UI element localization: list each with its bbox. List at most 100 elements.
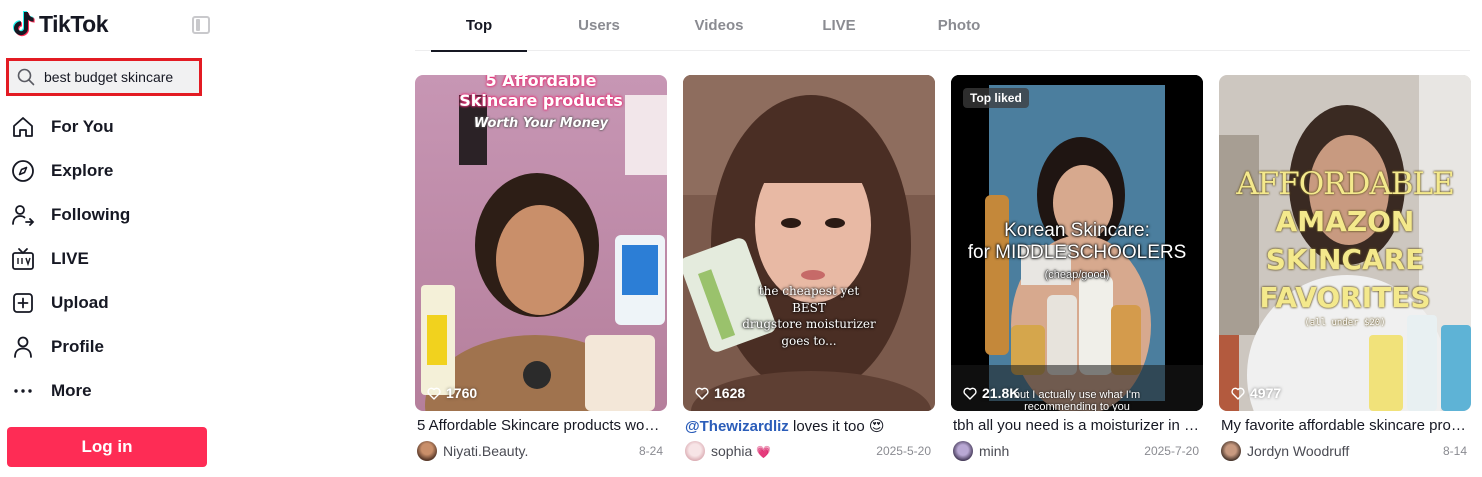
- video-meta: sophia 💗 2025-5-20: [683, 441, 935, 461]
- video-meta: minh 2025-7-20: [951, 441, 1203, 461]
- video-card[interactable]: 5 Affordable Skincare products Worth You…: [415, 75, 667, 461]
- nav-label: Upload: [51, 293, 109, 312]
- search-input[interactable]: [44, 69, 194, 85]
- tab-videos[interactable]: Videos: [671, 0, 767, 51]
- heart-emoji-badge: 💗: [756, 445, 772, 459]
- nav-item-explore[interactable]: Explore: [0, 149, 218, 193]
- video-meta: Jordyn Woodruff 8-14: [1219, 441, 1471, 461]
- overlay-line: Worth Your Money: [473, 116, 609, 131]
- overlay-line: goes to...: [781, 333, 837, 348]
- video-card[interactable]: Top liked Korean Skincare: for MIDDLESCH…: [951, 75, 1203, 461]
- login-button[interactable]: Log in: [7, 427, 207, 467]
- overlay-line: Korean Skincare:: [1004, 220, 1150, 241]
- like-count-value: 21.8K: [982, 385, 1020, 401]
- nav-item-profile[interactable]: Profile: [0, 325, 218, 369]
- video-description[interactable]: My favorite affordable skincare products: [1219, 417, 1467, 437]
- overlay-line: (all under $20): [1304, 318, 1386, 328]
- video-description[interactable]: tbh all you need is a moisturizer in mid…: [951, 417, 1199, 437]
- post-date: 8-24: [638, 444, 663, 458]
- nav-item-live[interactable]: LIVE: [0, 237, 218, 281]
- avatar[interactable]: [417, 441, 437, 461]
- home-icon: [11, 115, 35, 139]
- author-name[interactable]: Niyati.Beauty.: [443, 443, 563, 459]
- tab-top[interactable]: Top: [431, 0, 527, 52]
- live-tv-icon: [11, 247, 35, 271]
- overlay-line: for MIDDLESCHOOLERS: [967, 242, 1187, 263]
- nav-item-for-you[interactable]: For You: [0, 105, 218, 149]
- overlay-line: AFFORDABLE: [1236, 166, 1454, 202]
- post-date: 8-14: [1442, 444, 1467, 458]
- video-description-text: My favorite affordable skincare products: [1221, 417, 1467, 434]
- like-count: 4977: [1231, 385, 1281, 401]
- more-dots-icon: [11, 379, 35, 403]
- nav-label: Explore: [51, 161, 114, 180]
- video-card[interactable]: the cheapest yet BEST drugstore moisturi…: [683, 75, 935, 461]
- video-description-text: 5 Affordable Skincare products worth you…: [417, 417, 663, 434]
- nav-label: More: [51, 381, 92, 400]
- like-count-value: 1628: [714, 385, 746, 401]
- nav-item-more[interactable]: More: [0, 369, 218, 413]
- overlay-line: 5 Affordable: [485, 75, 597, 90]
- profile-icon: [11, 335, 35, 359]
- overlay-line: BEST: [792, 300, 826, 315]
- author-name[interactable]: Jordyn Woodruff: [1247, 443, 1367, 459]
- tab-photo[interactable]: Photo: [911, 0, 1007, 51]
- video-thumbnail[interactable]: the cheapest yet BEST drugstore moisturi…: [683, 75, 935, 411]
- overlay-line: Skincare products: [459, 91, 623, 110]
- following-icon: [11, 203, 35, 227]
- like-count-value: 1760: [446, 385, 478, 401]
- tab-users[interactable]: Users: [551, 0, 647, 51]
- avatar[interactable]: [685, 441, 705, 461]
- nav-label: Following: [51, 205, 131, 224]
- overlay-line: SKINCARE: [1265, 243, 1425, 276]
- compass-icon: [11, 159, 35, 183]
- nav-label: Profile: [51, 337, 104, 356]
- video-description-text: tbh all you need is a moisturizer in mid…: [953, 417, 1199, 434]
- video-thumbnail[interactable]: 5 Affordable Skincare products Worth You…: [415, 75, 667, 411]
- heart-outline-icon: [427, 387, 441, 400]
- post-date: 2025-7-20: [1144, 444, 1199, 458]
- overlay-line: AMAZON: [1275, 205, 1415, 238]
- mention-link[interactable]: @Thewizardliz: [685, 418, 789, 435]
- video-thumbnail[interactable]: AFFORDABLE AMAZON SKINCARE FAVORITES (al…: [1219, 75, 1471, 411]
- tab-live[interactable]: LIVE: [791, 0, 887, 51]
- nav-item-upload[interactable]: Upload: [0, 281, 218, 325]
- nav-label: For You: [51, 117, 114, 136]
- search-icon: [17, 68, 35, 86]
- heart-outline-icon: [695, 387, 709, 400]
- author-name-text: sophia: [711, 443, 753, 459]
- overlay-line: FAVORITES: [1259, 281, 1431, 314]
- heart-outline-icon: [1231, 387, 1245, 400]
- author-name[interactable]: sophia 💗: [711, 443, 831, 459]
- avatar[interactable]: [953, 441, 973, 461]
- like-count: 1760: [427, 385, 477, 401]
- collapse-sidebar-icon[interactable]: [192, 16, 210, 34]
- video-meta: Niyati.Beauty. 8-24: [415, 441, 667, 461]
- sidebar: TikTok For You Explore Following: [0, 0, 218, 477]
- search-tabs: Top Users Videos LIVE Photo: [415, 0, 1470, 52]
- upload-plus-icon: [11, 291, 35, 315]
- author-name[interactable]: minh: [979, 443, 1099, 459]
- video-description[interactable]: @Thewizardliz loves it too 😍: [683, 417, 931, 437]
- like-count: 21.8K: [963, 385, 1019, 401]
- avatar[interactable]: [1221, 441, 1241, 461]
- heart-outline-icon: [963, 387, 977, 400]
- tiktok-logo[interactable]: TikTok: [11, 10, 109, 38]
- main-nav: For You Explore Following LIVE Upload Pr…: [0, 105, 218, 413]
- video-description[interactable]: 5 Affordable Skincare products worth you…: [415, 417, 663, 437]
- tiktok-note-icon: [13, 11, 35, 37]
- post-date: 2025-5-20: [876, 444, 931, 458]
- video-description-text: loves it too 😍: [788, 418, 885, 435]
- overlay-line: the cheapest yet: [758, 284, 860, 298]
- search-box[interactable]: [6, 58, 202, 96]
- like-count-value: 4977: [1250, 385, 1282, 401]
- like-count: 1628: [695, 385, 745, 401]
- logo-wordmark: TikTok: [39, 10, 109, 37]
- top-liked-badge: Top liked: [963, 88, 1029, 108]
- video-thumbnail[interactable]: Top liked Korean Skincare: for MIDDLESCH…: [951, 75, 1203, 411]
- nav-label: LIVE: [51, 249, 89, 268]
- video-thumbnail-image: [683, 75, 935, 411]
- overlay-line: (cheap/good): [1044, 269, 1110, 281]
- nav-item-following[interactable]: Following: [0, 193, 218, 237]
- video-card[interactable]: AFFORDABLE AMAZON SKINCARE FAVORITES (al…: [1219, 75, 1471, 461]
